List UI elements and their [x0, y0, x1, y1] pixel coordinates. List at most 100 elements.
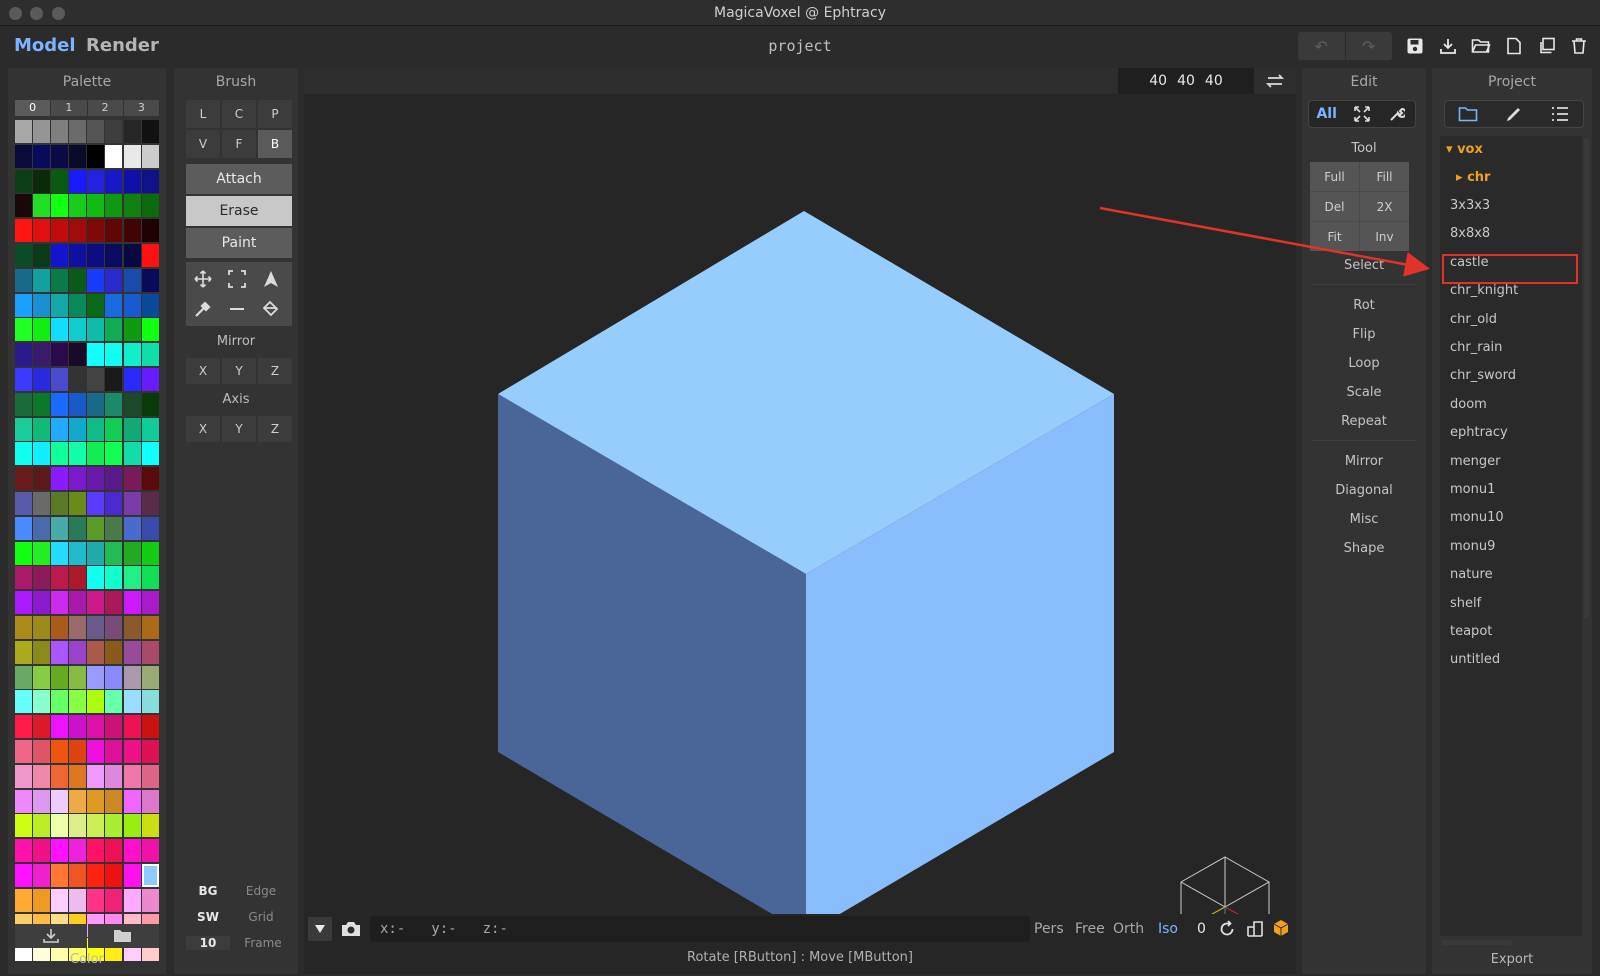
- cursor-tool-button[interactable]: [254, 264, 288, 294]
- palette-swatch[interactable]: [105, 392, 123, 416]
- palette-swatch[interactable]: [105, 591, 123, 615]
- palette-swatch[interactable]: [123, 169, 141, 193]
- palette-swatch[interactable]: [69, 665, 87, 689]
- palette-swatch[interactable]: [141, 814, 159, 838]
- palette-swatch[interactable]: [51, 268, 69, 292]
- view-angle[interactable]: 0: [1197, 921, 1206, 937]
- palette-swatch[interactable]: [33, 516, 51, 540]
- palette-swatch[interactable]: [15, 665, 32, 689]
- palette-swatch[interactable]: [87, 219, 105, 243]
- palette-swatch[interactable]: [105, 789, 123, 813]
- palette-swatch[interactable]: [69, 194, 87, 218]
- palette-swatch[interactable]: [15, 120, 32, 143]
- palette-tab-1[interactable]: 1: [51, 100, 87, 116]
- palette-swatch[interactable]: [123, 219, 141, 243]
- palette-swatch[interactable]: [141, 591, 159, 615]
- palette-swatch[interactable]: [87, 516, 105, 540]
- palette-swatch[interactable]: [87, 615, 105, 639]
- palette-swatch[interactable]: [51, 789, 69, 813]
- viewport-menu-button[interactable]: [308, 917, 332, 941]
- palette-swatch[interactable]: [15, 367, 32, 391]
- palette-swatch[interactable]: [123, 839, 141, 863]
- palette-swatch[interactable]: [33, 194, 51, 218]
- palette-swatch[interactable]: [105, 814, 123, 838]
- swap-button[interactable]: [1264, 72, 1286, 90]
- palette-swatch[interactable]: [33, 343, 51, 367]
- scope-expand-button[interactable]: [1344, 101, 1379, 127]
- select-box-tool-button[interactable]: [220, 264, 254, 294]
- palette-swatch[interactable]: [87, 541, 105, 565]
- rot-button[interactable]: Rot: [1302, 298, 1426, 313]
- palette-swatch[interactable]: [105, 640, 123, 664]
- palette-swatch[interactable]: [69, 392, 87, 416]
- palette-swatch[interactable]: [141, 888, 159, 912]
- palette-swatch[interactable]: [87, 169, 105, 193]
- palette-swatch[interactable]: [15, 715, 32, 739]
- palette-swatch[interactable]: [105, 839, 123, 863]
- palette-swatch[interactable]: [141, 715, 159, 739]
- palette-swatch[interactable]: [15, 615, 32, 639]
- palette-swatch[interactable]: [105, 293, 123, 317]
- project-brush-tab[interactable]: [1491, 101, 1537, 127]
- palette-swatch[interactable]: [51, 243, 69, 267]
- palette-swatch[interactable]: [123, 615, 141, 639]
- palette-swatch[interactable]: [15, 467, 32, 491]
- palette-swatch[interactable]: [123, 194, 141, 218]
- palette-swatch[interactable]: [105, 467, 123, 491]
- palette-swatch[interactable]: [51, 814, 69, 838]
- palette-swatch[interactable]: [33, 442, 51, 466]
- mirror-button[interactable]: Mirror: [1302, 454, 1426, 469]
- palette-swatch[interactable]: [51, 467, 69, 491]
- palette-swatch[interactable]: [15, 591, 32, 615]
- palette-swatch[interactable]: [123, 367, 141, 391]
- new-file-button[interactable]: [1501, 33, 1527, 59]
- palette-swatch[interactable]: [15, 442, 32, 466]
- palette-swatch[interactable]: [51, 839, 69, 863]
- palette-swatch[interactable]: [105, 739, 123, 763]
- palette-swatch[interactable]: [123, 566, 141, 590]
- palette-swatch[interactable]: [87, 120, 105, 143]
- palette-swatch[interactable]: [123, 640, 141, 664]
- palette-swatch[interactable]: [15, 739, 32, 763]
- palette-swatch[interactable]: [105, 764, 123, 788]
- scale-button[interactable]: Scale: [1302, 385, 1426, 400]
- palette-swatch[interactable]: [15, 219, 32, 243]
- palette-swatch[interactable]: [33, 814, 51, 838]
- model-dimensions[interactable]: 40 40 40: [1118, 68, 1254, 94]
- palette-swatch[interactable]: [69, 243, 87, 267]
- palette-swatch[interactable]: [105, 144, 123, 168]
- palette-swatch[interactable]: [141, 516, 159, 540]
- reset-view-button[interactable]: [1218, 920, 1236, 942]
- palette-swatch[interactable]: [33, 839, 51, 863]
- palette-swatch[interactable]: [141, 318, 159, 342]
- palette-swatch[interactable]: [51, 169, 69, 193]
- cube-view-button[interactable]: [1272, 919, 1290, 941]
- repeat-button[interactable]: Repeat: [1302, 414, 1426, 429]
- project-item-teapot[interactable]: teapot: [1450, 624, 1492, 639]
- palette-swatch-selected[interactable]: [141, 863, 159, 887]
- palette-swatch[interactable]: [15, 417, 32, 441]
- tool-fill-button[interactable]: Fill: [1360, 162, 1409, 191]
- mirror-y-button[interactable]: Y: [222, 358, 256, 384]
- palette-swatch[interactable]: [69, 690, 87, 714]
- palette-swatch[interactable]: [33, 293, 51, 317]
- palette-swatch[interactable]: [15, 318, 32, 342]
- palette-swatch[interactable]: [141, 293, 159, 317]
- palette-swatch[interactable]: [51, 293, 69, 317]
- redo-button[interactable]: ↷: [1344, 32, 1393, 60]
- palette-swatch[interactable]: [123, 417, 141, 441]
- palette-swatch[interactable]: [69, 293, 87, 317]
- erase-button[interactable]: Erase: [186, 196, 292, 226]
- palette-swatch[interactable]: [51, 739, 69, 763]
- view-orth-button[interactable]: Orth: [1113, 921, 1144, 937]
- palette-swatch[interactable]: [15, 293, 32, 317]
- palette-swatch[interactable]: [141, 144, 159, 168]
- palette-swatch[interactable]: [123, 888, 141, 912]
- axis-z-button[interactable]: Z: [258, 416, 292, 442]
- export-button[interactable]: [1435, 33, 1461, 59]
- palette-swatch[interactable]: [33, 268, 51, 292]
- project-item-chr-rain[interactable]: chr_rain: [1450, 340, 1502, 355]
- palette-swatch[interactable]: [33, 888, 51, 912]
- palette-tab-2[interactable]: 2: [87, 100, 123, 116]
- palette-swatch[interactable]: [69, 814, 87, 838]
